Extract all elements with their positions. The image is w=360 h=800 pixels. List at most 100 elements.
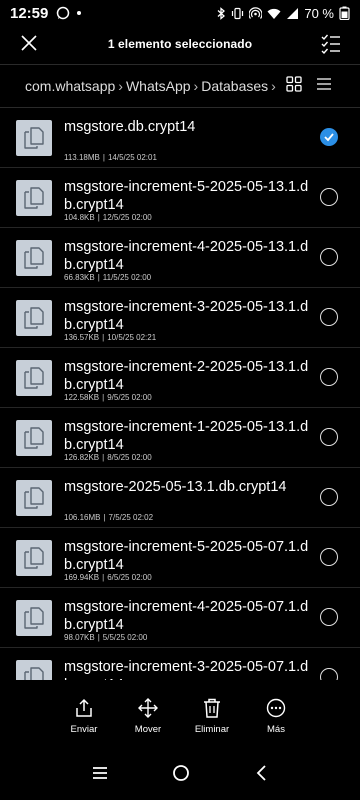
bluetooth-icon xyxy=(217,6,226,20)
file-date: 5/5/25 02:00 xyxy=(102,633,148,642)
battery-text: 70 % xyxy=(304,5,334,21)
meta-separator: | xyxy=(102,393,105,402)
breadcrumb-item-whatsapp[interactable]: WhatsApp xyxy=(126,78,191,94)
file-name: msgstore-2025-05-13.1.db.crypt14 xyxy=(64,479,287,495)
file-meta: 126.82KB | 8/5/25 02:00 xyxy=(64,453,152,462)
file-size: 122.58KB xyxy=(64,393,100,402)
selection-title: 1 elemento seleccionado xyxy=(107,37,253,51)
file-date: 6/5/25 02:00 xyxy=(107,573,152,582)
vibrate-icon xyxy=(231,7,244,20)
folder-options-button[interactable] xyxy=(316,76,332,92)
close-selection-button[interactable] xyxy=(18,32,40,54)
battery-icon xyxy=(339,6,350,20)
hotspot-icon xyxy=(249,6,263,20)
selection-checkbox[interactable] xyxy=(320,248,338,266)
meta-separator: | xyxy=(102,573,105,582)
selection-checkbox-checked[interactable] xyxy=(320,128,338,146)
file-date: 14/5/25 02:01 xyxy=(107,153,157,162)
selection-checkbox[interactable] xyxy=(320,668,338,680)
selection-checkbox[interactable] xyxy=(320,548,338,566)
move-label: Mover xyxy=(134,724,162,735)
file-row[interactable]: msgstore-increment-5-2025-05-07.1.db.cry… xyxy=(0,528,360,588)
selection-checkbox[interactable] xyxy=(320,308,338,326)
file-row[interactable]: msgstore-increment-2-2025-05-13.1.db.cry… xyxy=(0,348,360,408)
grid-view-icon xyxy=(286,76,302,92)
move-icon xyxy=(138,698,158,718)
breadcrumb-item-com-whatsapp[interactable]: com.whatsapp xyxy=(25,78,115,94)
meta-separator: | xyxy=(102,333,105,342)
file-name: msgstore-increment-4-2025-05-13.1.db.cry… xyxy=(64,239,309,273)
system-navigation-bar xyxy=(0,750,360,800)
file-meta: 122.58KB | 9/5/25 02:00 xyxy=(64,393,152,402)
file-row[interactable]: msgstore-increment-4-2025-05-13.1.db.cry… xyxy=(0,228,360,288)
file-name: msgstore-increment-1-2025-05-13.1.db.cry… xyxy=(64,419,309,453)
file-row[interactable]: msgstore-increment-3-2025-05-13.1.db.cry… xyxy=(0,288,360,348)
home-circle-icon xyxy=(173,764,189,781)
file-icon xyxy=(16,240,52,276)
file-icon xyxy=(16,180,52,216)
menu-icon xyxy=(93,766,107,779)
file-row[interactable]: msgstore-2025-05-13.1.db.crypt14 106.16M… xyxy=(0,468,360,528)
file-name: msgstore-increment-2-2025-05-13.1.db.cry… xyxy=(64,359,309,393)
back-button[interactable] xyxy=(254,764,268,787)
file-icon xyxy=(16,480,52,516)
more-button[interactable]: Más xyxy=(244,680,308,750)
file-meta: 113.18MB | 14/5/25 02:01 xyxy=(64,153,157,162)
file-meta: 66.83KB | 11/5/25 02:00 xyxy=(64,273,151,282)
file-date: 9/5/25 02:00 xyxy=(107,393,152,402)
file-name: msgstore-increment-3-2025-05-13.1.db.cry… xyxy=(64,299,309,333)
file-size: 136.57KB xyxy=(64,333,100,342)
breadcrumb-item-databases[interactable]: Databases xyxy=(201,78,268,94)
selection-checkbox[interactable] xyxy=(320,368,338,386)
file-size: 169.94KB xyxy=(64,573,100,582)
select-all-icon xyxy=(321,34,340,55)
file-name: msgstore-increment-4-2025-05-07.1.db.cry… xyxy=(64,599,309,633)
status-time: 12:59 xyxy=(10,4,49,22)
header-divider xyxy=(0,64,360,65)
selection-checkbox[interactable] xyxy=(320,608,338,626)
file-icon xyxy=(16,540,52,576)
file-date: 10/5/25 02:21 xyxy=(107,333,157,342)
file-row[interactable]: msgstore-increment-3-2025-05-07.1.db.cry… xyxy=(0,648,360,680)
home-button[interactable] xyxy=(172,764,190,787)
file-size: 126.82KB xyxy=(64,453,100,462)
wifi-icon xyxy=(267,7,281,20)
recent-apps-button[interactable] xyxy=(92,766,108,785)
meta-separator: | xyxy=(102,453,105,462)
move-button[interactable]: Mover xyxy=(116,680,180,750)
file-row[interactable]: msgstore.db.crypt14 113.18MB | 14/5/25 02:… xyxy=(0,108,360,168)
selection-checkbox[interactable] xyxy=(320,188,338,206)
file-meta: 169.94KB | 6/5/25 02:00 xyxy=(64,573,152,582)
file-meta: 136.57KB | 10/5/25 02:21 xyxy=(64,333,156,342)
delete-button[interactable]: Eliminar xyxy=(180,680,244,750)
file-row[interactable]: msgstore-increment-1-2025-05-13.1.db.cry… xyxy=(0,408,360,468)
file-size: 106.16MB xyxy=(64,513,101,522)
share-label: Enviar xyxy=(70,724,98,735)
selection-action-bar: Enviar Mover Eliminar Más xyxy=(0,680,360,750)
file-date: 11/5/25 02:00 xyxy=(102,273,152,282)
share-button[interactable]: Enviar xyxy=(52,680,116,750)
close-icon xyxy=(21,35,37,51)
file-list[interactable]: msgstore.db.crypt14 113.18MB | 14/5/25 02:… xyxy=(0,108,360,680)
file-icon xyxy=(16,120,52,156)
selection-checkbox[interactable] xyxy=(320,428,338,446)
select-all-button[interactable] xyxy=(320,32,342,55)
selection-checkbox[interactable] xyxy=(320,488,338,506)
grid-view-button[interactable] xyxy=(286,76,302,92)
file-date: 8/5/25 02:00 xyxy=(107,453,152,462)
breadcrumb: com.whatsapp › WhatsApp › Databases › xyxy=(0,66,360,106)
share-icon xyxy=(76,698,92,717)
file-size: 66.83KB xyxy=(64,273,95,282)
meta-separator: | xyxy=(103,513,106,522)
file-name: msgstore-increment-5-2025-05-13.1.db.cry… xyxy=(64,179,309,213)
more-label: Más xyxy=(267,724,285,735)
trash-icon xyxy=(204,698,220,718)
file-row[interactable]: msgstore-increment-4-2025-05-07.1.db.cry… xyxy=(0,588,360,648)
more-notifications-icon xyxy=(74,8,84,18)
file-size: 104.8KB xyxy=(64,213,95,222)
file-icon xyxy=(16,360,52,396)
status-notification-icons xyxy=(56,6,84,20)
file-row[interactable]: msgstore-increment-5-2025-05-13.1.db.cry… xyxy=(0,168,360,228)
file-icon xyxy=(16,420,52,456)
signal-icon xyxy=(286,7,299,20)
